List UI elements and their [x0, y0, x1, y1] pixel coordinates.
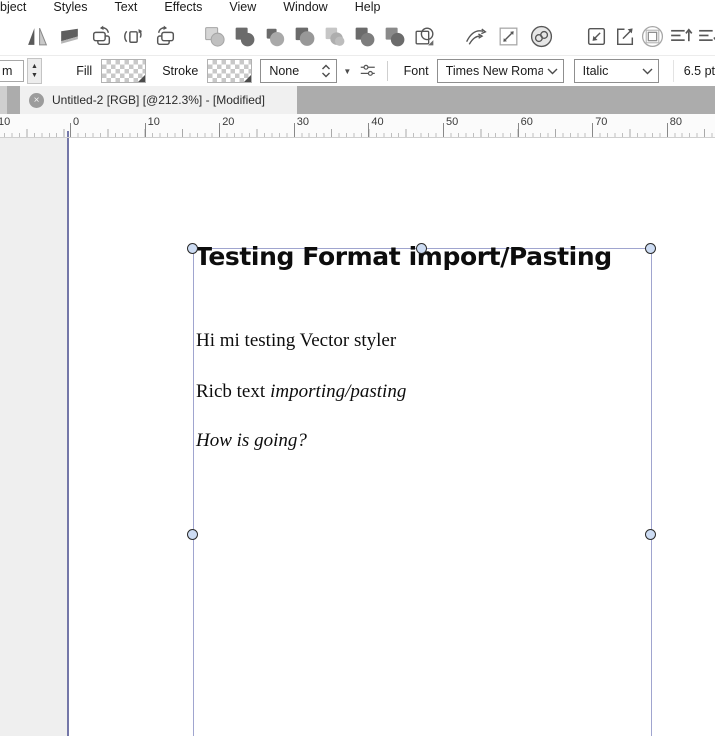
- font-label: Font: [403, 64, 429, 78]
- skew-icon[interactable]: [56, 23, 83, 50]
- ruler-mark: 30: [293, 116, 309, 137]
- ruler-mark: 10: [144, 116, 160, 137]
- font-family-value: Times New Roma: [445, 64, 543, 78]
- menu-item-effects[interactable]: Effects: [164, 0, 202, 15]
- menu-item-window[interactable]: Window: [283, 0, 327, 15]
- ruler-mark: 80: [666, 116, 682, 137]
- scale-object-icon[interactable]: [495, 23, 522, 50]
- transform-link-icon[interactable]: [528, 23, 555, 50]
- subtract-icon[interactable]: [261, 23, 288, 50]
- lower-paragraph-icon[interactable]: [695, 23, 715, 50]
- ruler-mark: 20: [219, 116, 234, 137]
- stepper-up-icon[interactable]: ▲: [31, 63, 38, 70]
- ruler-origin-marker: [67, 131, 69, 137]
- merge-icon[interactable]: [381, 23, 408, 50]
- style-transfer-group: [583, 23, 715, 50]
- menu-item-help[interactable]: Help: [355, 0, 381, 15]
- props-divider: [386, 61, 388, 81]
- chevron-down-icon: [547, 68, 558, 74]
- vector-editor-window: bject Styles Text Effects View Window Help: [0, 0, 715, 736]
- document-canvas[interactable]: Testing Format import/Pasting Hi mi test…: [0, 138, 715, 736]
- pasteboard: [0, 138, 67, 736]
- tab-title: Untitled-2 [RGB] [@212.3%] - [Modified]: [52, 93, 265, 107]
- selection-handle-top-left[interactable]: [187, 243, 198, 254]
- boolean-tool-group: [201, 23, 438, 50]
- horizontal-ruler[interactable]: 10 0 10 20 30 40 50 60 70 80: [0, 114, 715, 138]
- unit-value: m: [2, 64, 13, 78]
- selection-handle-top-center[interactable]: [416, 243, 427, 254]
- page-left-edge: [67, 138, 69, 736]
- document-line-1[interactable]: Hi mi testing Vector styler: [196, 330, 396, 352]
- document-line-3[interactable]: How is going?: [196, 430, 307, 452]
- export-styles-icon[interactable]: [611, 23, 638, 50]
- bend-curve-icon[interactable]: [462, 23, 489, 50]
- selected-text-frame[interactable]: [193, 248, 652, 736]
- line-2-italic: importing/pasting: [270, 381, 407, 402]
- document-heading-text[interactable]: Testing Format import/Pasting: [195, 242, 612, 271]
- ruler-mark: 0: [70, 116, 79, 137]
- path-tool-group: [462, 23, 555, 50]
- value-stepper[interactable]: ▲ ▼: [26, 58, 43, 84]
- tab-bar-edge: [0, 86, 7, 114]
- unit-field[interactable]: m: [0, 60, 24, 82]
- planar-divide-icon[interactable]: [411, 23, 438, 50]
- stepper-down-icon[interactable]: ▼: [31, 72, 38, 79]
- frame-options-icon[interactable]: [639, 23, 666, 50]
- intersect-icon[interactable]: [291, 23, 318, 50]
- selection-handle-top-right[interactable]: [645, 243, 656, 254]
- main-toolbar: [0, 17, 715, 55]
- ruler-marks: 10 0 10 20 30 40 50 60 70 80: [0, 114, 715, 137]
- selection-handle-mid-right[interactable]: [645, 529, 656, 540]
- stroke-label: Stroke: [162, 64, 199, 78]
- import-styles-icon[interactable]: [583, 23, 610, 50]
- exclude-icon[interactable]: [321, 23, 348, 50]
- rotate-90-icon[interactable]: [120, 23, 147, 50]
- updown-chevron-icon: [322, 64, 331, 78]
- font-size-field[interactable]: 6.5 pt: [672, 60, 715, 82]
- chevron-down-icon: [642, 68, 653, 74]
- stroke-settings-icon[interactable]: [359, 60, 377, 82]
- rotate-right-icon[interactable]: [152, 23, 179, 50]
- union-outline-icon[interactable]: [201, 23, 228, 50]
- raise-paragraph-icon[interactable]: [667, 23, 694, 50]
- menu-item-bject[interactable]: bject: [0, 0, 26, 15]
- selection-handle-mid-left[interactable]: [187, 529, 198, 540]
- menu-item-view[interactable]: View: [229, 0, 256, 15]
- close-tab-icon[interactable]: ×: [29, 92, 44, 108]
- stroke-dropdown-arrow-icon[interactable]: ▼: [343, 67, 351, 76]
- stroke-style-value: None: [269, 64, 300, 78]
- ruler-mark: 40: [368, 116, 384, 137]
- menu-bar: bject Styles Text Effects View Window Help: [0, 0, 715, 17]
- menu-item-styles[interactable]: Styles: [53, 0, 87, 15]
- ruler-mark: 60: [517, 116, 533, 137]
- menu-item-text[interactable]: Text: [114, 0, 137, 15]
- font-family-select[interactable]: Times New Roma: [436, 59, 564, 83]
- properties-bar: m ▲ ▼ Fill Stroke None ▼ Font Times New …: [0, 55, 715, 86]
- font-style-value: Italic: [582, 64, 609, 78]
- fill-label: Fill: [76, 64, 93, 78]
- font-size-value: 6.5 pt: [683, 64, 715, 78]
- ruler-mark: 70: [592, 116, 607, 137]
- stroke-style-select[interactable]: None: [260, 59, 338, 83]
- font-style-select[interactable]: Italic: [573, 59, 659, 83]
- fill-swatch[interactable]: [101, 59, 147, 83]
- document-line-2[interactable]: Ricb text importing/pasting: [196, 381, 406, 403]
- transform-tool-group: [24, 23, 179, 50]
- line-2-regular: Ricb text: [196, 381, 266, 402]
- document-tab-bar: × Untitled-2 [RGB] [@212.3%] - [Modified…: [0, 86, 715, 114]
- divide-icon[interactable]: [351, 23, 378, 50]
- flip-horizontal-icon[interactable]: [24, 23, 51, 50]
- tab-untitled-2[interactable]: × Untitled-2 [RGB] [@212.3%] - [Modified…: [20, 86, 297, 114]
- stroke-swatch[interactable]: [207, 59, 253, 83]
- ruler-mark: 50: [443, 116, 458, 137]
- rotate-left-icon[interactable]: [88, 23, 115, 50]
- union-icon[interactable]: [231, 23, 258, 50]
